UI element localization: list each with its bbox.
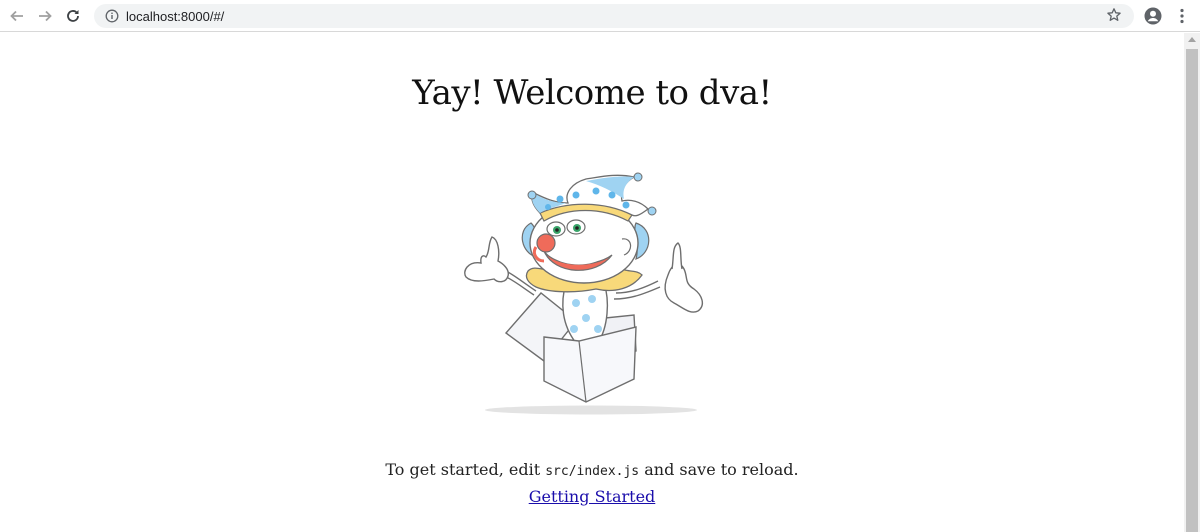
account-circle-icon[interactable] [1143, 6, 1163, 26]
address-bar[interactable]: localhost:8000/#/ [94, 4, 1134, 28]
forward-button[interactable] [31, 2, 59, 30]
browser-toolbar: localhost:8000/#/ [0, 0, 1200, 32]
instructions-suffix: and save to reload. [639, 460, 799, 479]
getting-started-link-wrapper: Getting Started [0, 487, 1184, 507]
info-icon[interactable] [100, 9, 124, 23]
arrow-left-icon [10, 10, 23, 21]
vertical-scrollbar[interactable] [1184, 33, 1200, 532]
getting-started-link[interactable]: Getting Started [529, 487, 656, 506]
reload-button[interactable] [59, 2, 87, 30]
getting-started-instructions: To get started, edit src/index.js and sa… [0, 460, 1184, 479]
clown-in-box-illustration [464, 172, 704, 415]
back-button[interactable] [3, 2, 31, 30]
page-title: Yay! Welcome to dva! [412, 73, 772, 113]
page-content: Yay! Welcome to dva! To get started, edi… [0, 33, 1184, 532]
url-text[interactable]: localhost:8000/#/ [126, 9, 224, 24]
scrollbar-thumb[interactable] [1186, 49, 1198, 532]
scroll-up-arrow-icon[interactable] [1188, 37, 1196, 42]
more-vert-icon[interactable] [1172, 6, 1192, 26]
reload-icon [67, 9, 79, 22]
arrow-right-icon [39, 10, 52, 21]
star-icon[interactable] [1106, 7, 1122, 27]
instructions-prefix: To get started, edit [385, 460, 546, 479]
file-path-code: src/index.js [545, 464, 640, 479]
